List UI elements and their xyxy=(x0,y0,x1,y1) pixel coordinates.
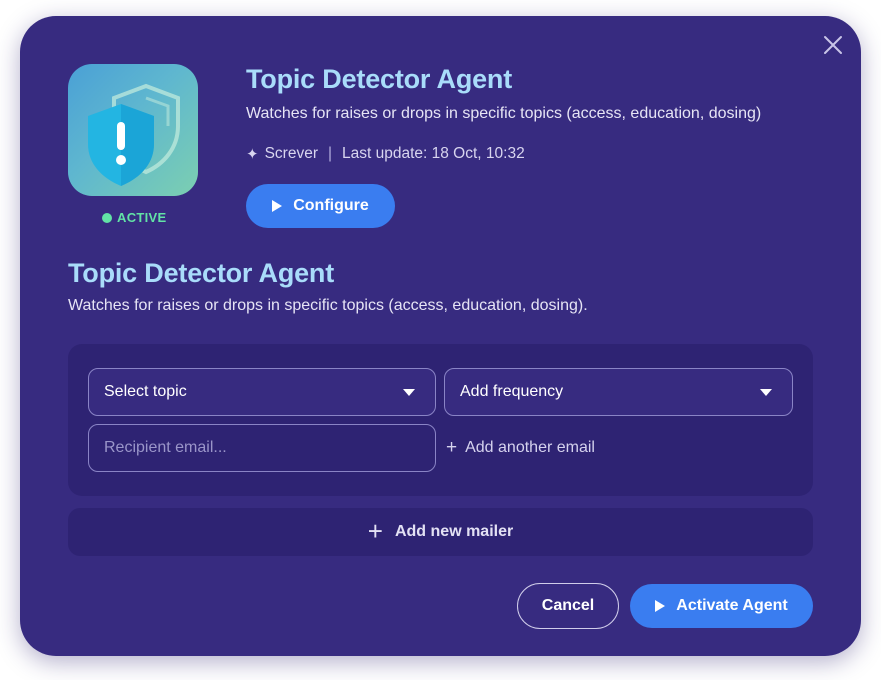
agent-title: Topic Detector Agent xyxy=(246,64,513,94)
configure-label: Configure xyxy=(293,197,369,214)
recipient-email-input[interactable] xyxy=(88,424,436,472)
cancel-label: Cancel xyxy=(541,597,595,614)
section-description: Watches for raises or drops in specific … xyxy=(68,297,588,314)
configure-button[interactable]: Configure xyxy=(246,184,395,228)
frequency-select-value: Add frequency xyxy=(460,383,564,400)
agent-modal: ACTIVE Topic Detector Agent Watches for … xyxy=(20,16,861,656)
caret-down-icon xyxy=(403,389,415,396)
agent-description: Watches for raises or drops in specific … xyxy=(246,105,762,122)
topic-select-value: Select topic xyxy=(104,383,187,400)
add-email-button[interactable]: + Add another email xyxy=(446,438,595,457)
meta-divider: | xyxy=(327,145,333,162)
add-mailer-label: Add new mailer xyxy=(394,523,514,540)
mailer-card: Select topic Add frequency + Add another… xyxy=(68,344,813,496)
agent-last-update: Last update: 18 Oct, 10:32 xyxy=(342,145,525,162)
close-icon[interactable] xyxy=(822,34,844,56)
play-icon xyxy=(272,200,283,212)
activate-agent-button[interactable]: Activate Agent xyxy=(630,584,813,628)
sparkle-icon: ✦ xyxy=(246,146,259,163)
topic-select[interactable]: Select topic xyxy=(88,368,436,416)
activate-label: Activate Agent xyxy=(676,597,788,614)
agent-author: Screver xyxy=(264,145,318,162)
status-label: ACTIVE xyxy=(117,210,167,225)
shield-alert-icon xyxy=(68,64,198,196)
play-icon xyxy=(655,600,666,612)
add-email-label: Add another email xyxy=(465,438,595,456)
caret-down-icon xyxy=(760,389,772,396)
section-title: Topic Detector Agent xyxy=(68,258,335,288)
status-badge: ACTIVE xyxy=(102,210,166,225)
plus-icon: + xyxy=(367,515,383,546)
plus-icon: + xyxy=(446,437,458,458)
cancel-button[interactable]: Cancel xyxy=(517,583,619,629)
add-mailer-button[interactable]: + Add new mailer xyxy=(68,508,813,556)
frequency-select[interactable]: Add frequency xyxy=(444,368,793,416)
status-dot-icon xyxy=(102,212,112,223)
agent-meta: ✦ Screver | Last update: 18 Oct, 10:32 xyxy=(246,145,525,163)
